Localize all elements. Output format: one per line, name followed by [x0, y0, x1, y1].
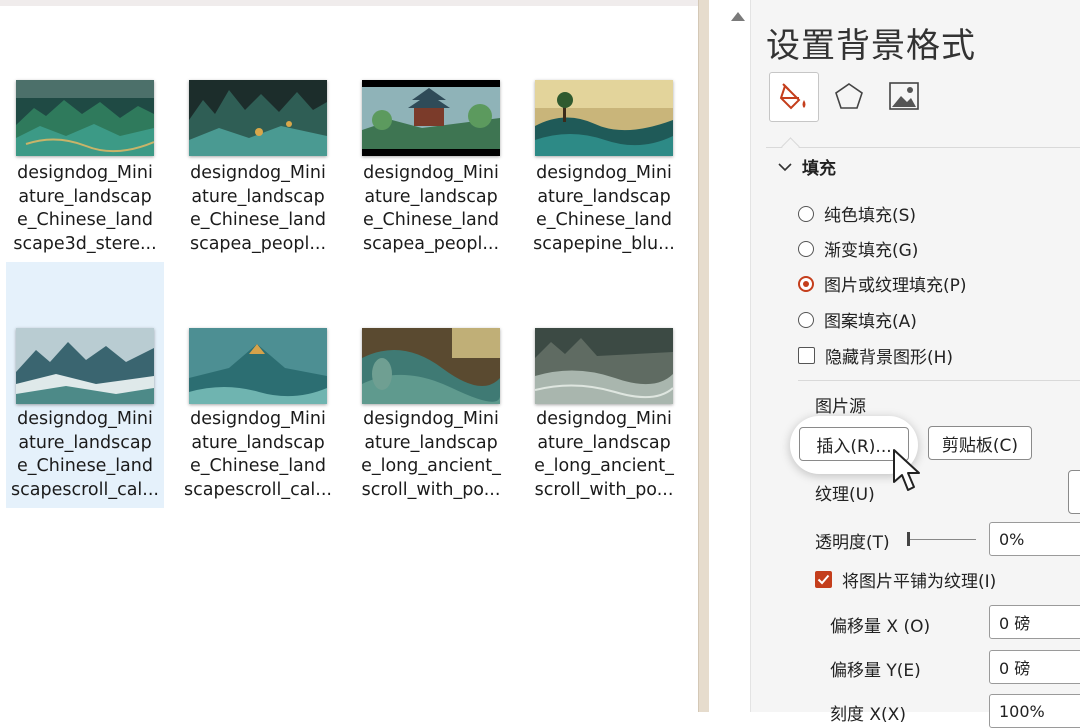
option-hide-background-graphics[interactable]: 隐藏背景图形(H): [798, 343, 953, 368]
tab-effects[interactable]: [825, 72, 873, 120]
mouse-cursor-icon: [893, 449, 920, 491]
chevron-down-icon: [778, 162, 792, 171]
file-browser: designdog_Mini ature_landscap e_Chinese_la…: [0, 6, 698, 712]
file-name: designdog_Mini ature_landscap e_long_ancie…: [361, 409, 501, 500]
file-thumbnail: [16, 328, 154, 404]
option-picture-fill[interactable]: 图片或纹理填充(P): [798, 271, 967, 296]
fill-section-header[interactable]: 填充: [778, 154, 836, 179]
pane-scrollbar[interactable]: [728, 0, 750, 712]
file-item[interactable]: designdog_Mini ature_landscap e_long_ancie…: [352, 262, 510, 508]
tab-fill[interactable]: [769, 72, 819, 122]
picture-source-label: 图片源: [815, 397, 866, 417]
scale-x-label: 刻度 X(X): [830, 705, 906, 725]
file-item[interactable]: designdog_Mini ature_landscap e_long_ancie…: [525, 262, 683, 508]
option-pattern-fill[interactable]: 图案填充(A): [798, 307, 917, 332]
file-thumbnail: [189, 328, 327, 404]
file-name: designdog_Mini ature_landscap e_Chinese_la…: [184, 409, 332, 500]
file-thumbnail: [362, 80, 500, 156]
texture-label: 纹理(U): [815, 485, 875, 505]
file-thumbnail: [189, 80, 327, 156]
offset-y-label: 偏移量 Y(E): [830, 661, 921, 681]
offset-x-label: 偏移量 X (O): [830, 617, 931, 637]
radio-gradient-fill[interactable]: [798, 240, 814, 257]
texture-picker[interactable]: [1068, 470, 1080, 514]
tab-underline: [766, 147, 1080, 148]
option-solid-fill[interactable]: 纯色填充(S): [798, 201, 916, 226]
offset-x-input[interactable]: 0 磅: [989, 605, 1080, 639]
section-divider: [798, 380, 1080, 381]
tab-picture[interactable]: [880, 72, 928, 120]
checkbox-tile-as-texture[interactable]: [815, 571, 832, 588]
transparency-slider-thumb[interactable]: [907, 532, 910, 546]
file-name: designdog_Mini ature_landscap e_Chinese_la…: [11, 409, 159, 500]
pentagon-effects-icon: [835, 83, 863, 109]
option-tile-as-texture[interactable]: 将图片平铺为纹理(I): [815, 567, 996, 592]
file-name: designdog_Mini ature_landscap e_Chinese_la…: [362, 163, 500, 254]
radio-pattern-fill[interactable]: [798, 311, 814, 328]
file-thumbnail: [535, 328, 673, 404]
transparency-slider[interactable]: [908, 539, 976, 540]
file-item[interactable]: designdog_Mini ature_landscap e_Chinese_la…: [179, 262, 337, 508]
radio-solid-fill[interactable]: [798, 205, 814, 222]
file-item[interactable]: designdog_Mini ature_landscap e_Chinese_la…: [6, 262, 164, 508]
option-gradient-fill[interactable]: 渐变填充(G): [798, 236, 918, 261]
file-name: designdog_Mini ature_landscap e_Chinese_la…: [13, 163, 157, 254]
fill-bucket-icon: [779, 83, 806, 110]
checkmark-icon: [817, 574, 830, 585]
scroll-up-arrow-icon[interactable]: [731, 12, 745, 21]
file-name: designdog_Mini ature_landscap e_long_ancie…: [534, 409, 674, 500]
file-name: designdog_Mini ature_landscap e_Chinese_la…: [189, 163, 327, 254]
file-thumbnail: [362, 328, 500, 404]
picture-icon: [889, 82, 919, 110]
transparency-input[interactable]: 0%: [989, 522, 1080, 556]
file-name: designdog_Mini ature_landscap e_Chinese_la…: [533, 163, 675, 254]
radio-picture-fill[interactable]: [798, 275, 814, 292]
clipboard-button[interactable]: 剪贴板(C): [928, 426, 1032, 460]
pane-title: 设置背景格式: [766, 26, 976, 66]
panel-splitter[interactable]: [698, 0, 709, 712]
file-thumbnail: [16, 80, 154, 156]
checkbox-hide-graphics[interactable]: [798, 347, 815, 364]
file-thumbnail: [535, 80, 673, 156]
scale-x-input[interactable]: 100%: [989, 694, 1080, 728]
transparency-label: 透明度(T): [815, 533, 890, 553]
offset-y-input[interactable]: 0 磅: [989, 650, 1080, 684]
